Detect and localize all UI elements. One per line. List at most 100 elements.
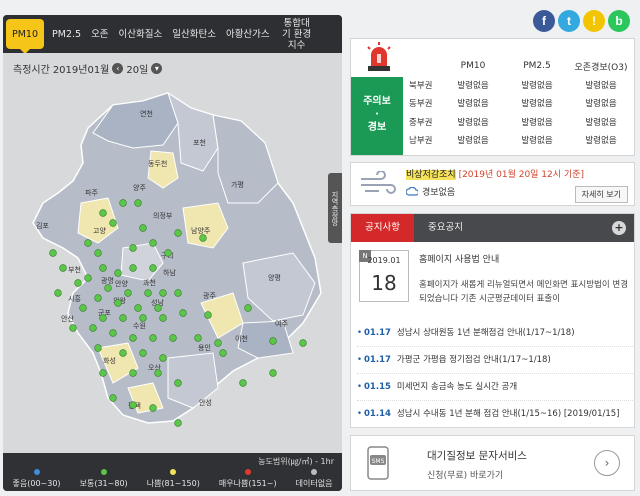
station-marker[interactable] <box>129 334 137 342</box>
station-marker[interactable] <box>114 269 122 277</box>
notice-text[interactable]: 성남시 수내동 1년 분해 점검 안내(1/15~16) [2019/01/15… <box>397 409 620 419</box>
station-marker[interactable] <box>119 314 127 322</box>
kakaostory-icon[interactable]: ! <box>583 10 605 32</box>
station-marker[interactable] <box>134 304 142 312</box>
station-marker[interactable] <box>174 419 182 427</box>
station-marker[interactable] <box>74 279 82 287</box>
sms-go-button[interactable]: › <box>594 450 620 476</box>
station-marker[interactable] <box>139 224 147 232</box>
station-marker[interactable] <box>129 244 137 252</box>
gyeonggi-map[interactable]: 연천 포천 동두천 가평 양주 파주 의정부 남양주 김포 고양 구리 하남 양… <box>3 53 342 453</box>
station-marker[interactable] <box>139 314 147 322</box>
next-day-button[interactable]: ▾ <box>151 63 163 74</box>
station-marker[interactable] <box>89 324 97 332</box>
band-icon[interactable]: b <box>608 10 630 32</box>
station-marker[interactable] <box>54 289 62 297</box>
station-marker[interactable] <box>94 344 102 352</box>
list-item[interactable]: • 01.17 가평군 가평읍 정기점검 안내(1/17~1/18) <box>357 347 633 374</box>
notice-text[interactable]: 성남시 상대원동 1년 분해점검 안내(1/17~1/18) <box>397 328 575 338</box>
station-marker[interactable] <box>149 239 157 247</box>
sms-title[interactable]: 대기질정보 문자서비스 <box>427 448 527 463</box>
station-marker[interactable] <box>144 289 152 297</box>
station-marker[interactable] <box>109 219 117 227</box>
station-marker[interactable] <box>94 249 102 257</box>
station-marker[interactable] <box>99 369 107 377</box>
facebook-icon[interactable]: f <box>533 10 555 32</box>
station-marker[interactable] <box>139 349 147 357</box>
emergency-title-label[interactable]: 비상저감조치 <box>406 170 456 180</box>
list-item[interactable]: • 01.14 성남시 수내동 1년 분해 점검 안내(1/15~16) [2019… <box>357 401 633 428</box>
station-marker[interactable] <box>79 304 87 312</box>
tab-pm25[interactable]: PM2.5 <box>47 29 86 40</box>
station-marker[interactable] <box>69 324 77 332</box>
station-marker[interactable] <box>219 349 227 357</box>
station-marker[interactable] <box>154 304 162 312</box>
station-marker[interactable] <box>149 334 157 342</box>
station-marker[interactable] <box>269 337 277 345</box>
station-marker[interactable] <box>154 369 162 377</box>
station-marker[interactable] <box>149 264 157 272</box>
station-marker[interactable] <box>49 249 57 257</box>
station-marker[interactable] <box>214 339 222 347</box>
sms-service-box[interactable]: SMS 대기질정보 문자서비스 신청(무료) 바로가기 › <box>350 435 635 491</box>
more-details-button[interactable]: 자세히 보기 <box>574 186 628 203</box>
station-marker[interactable] <box>169 334 177 342</box>
station-marker[interactable] <box>179 309 187 317</box>
tab-co[interactable]: 일산화탄소 <box>167 29 221 40</box>
station-marker[interactable] <box>174 229 182 237</box>
tab-notices[interactable]: 공지사항 <box>351 214 414 242</box>
station-marker[interactable] <box>299 339 307 347</box>
prev-day-button[interactable]: ‹ <box>112 63 124 74</box>
list-item[interactable]: • 01.17 성남시 상대원동 1년 분해점검 안내(1/17~1/18) <box>357 320 633 347</box>
station-marker[interactable] <box>104 284 112 292</box>
tab-ozone[interactable]: 오존 <box>86 29 113 40</box>
station-marker[interactable] <box>84 274 92 282</box>
station-marker[interactable] <box>129 369 137 377</box>
side-panel-handle[interactable]: 지역측정망 <box>328 173 342 243</box>
station-marker[interactable] <box>159 354 167 362</box>
tab-so2[interactable]: 아황산가스 <box>221 29 275 40</box>
featured-notice-body[interactable]: 홈페이지가 새롭게 리뉴얼되면서 메인화면 표시방법이 변경되었습니다 기존 시… <box>419 278 631 306</box>
station-marker[interactable] <box>94 294 102 302</box>
station-marker[interactable] <box>159 289 167 297</box>
station-marker[interactable] <box>109 329 117 337</box>
station-marker[interactable] <box>159 314 167 322</box>
notice-text[interactable]: 가평군 가평읍 정기점검 안내(1/17~1/18) <box>397 355 551 365</box>
station-marker[interactable] <box>164 249 172 257</box>
more-notices-button[interactable]: + <box>612 221 626 235</box>
station-marker[interactable] <box>129 264 137 272</box>
tab-pm10[interactable]: PM10 <box>6 19 45 54</box>
station-marker[interactable] <box>174 379 182 387</box>
station-marker[interactable] <box>99 209 107 217</box>
station-marker[interactable] <box>204 311 212 319</box>
station-marker[interactable] <box>84 239 92 247</box>
station-marker[interactable] <box>239 379 247 387</box>
station-marker[interactable] <box>99 314 107 322</box>
station-marker[interactable] <box>114 299 122 307</box>
tab-no2[interactable]: 이산화질소 <box>114 29 168 40</box>
station-marker[interactable] <box>244 304 252 312</box>
station-marker[interactable] <box>134 199 142 207</box>
station-marker[interactable] <box>149 404 157 412</box>
legend-very-bad: 매우나쁨(151~) <box>219 469 277 489</box>
station-marker[interactable] <box>124 289 132 297</box>
station-marker[interactable] <box>109 394 117 402</box>
featured-notice-title[interactable]: 홈페이지 사용법 안내 <box>419 252 499 265</box>
tab-cai[interactable]: 통합대기 환경지수 <box>275 18 319 51</box>
sms-subtitle[interactable]: 신청(무료) 바로가기 <box>427 468 503 481</box>
map-area[interactable]: 연천 포천 동두천 가평 양주 파주 의정부 남양주 김포 고양 구리 하남 양… <box>3 53 342 453</box>
tab-important-notices[interactable]: 중요공지 <box>414 214 477 242</box>
list-item[interactable]: • 01.15 미세먼지 송금속 농도 실시간 공개 <box>357 374 633 401</box>
station-marker[interactable] <box>119 349 127 357</box>
notice-text[interactable]: 미세먼지 송금속 농도 실시간 공개 <box>397 382 517 392</box>
station-marker[interactable] <box>174 289 182 297</box>
station-marker[interactable] <box>129 401 137 409</box>
station-marker[interactable] <box>194 334 202 342</box>
station-marker[interactable] <box>59 264 67 272</box>
station-marker[interactable] <box>99 264 107 272</box>
twitter-icon[interactable]: t <box>558 10 580 32</box>
station-marker[interactable] <box>119 199 127 207</box>
cloud-icon <box>406 187 418 196</box>
station-marker[interactable] <box>199 234 207 242</box>
station-marker[interactable] <box>269 369 277 377</box>
